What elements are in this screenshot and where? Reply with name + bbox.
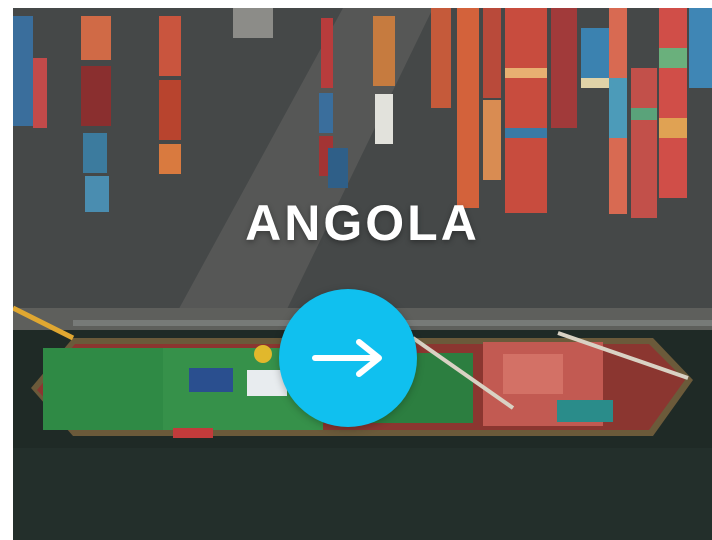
view-country-button[interactable] <box>279 289 417 427</box>
arrow-right-icon <box>312 339 382 377</box>
port-aerial-image <box>13 8 712 540</box>
country-card[interactable]: ANGOLA <box>13 8 712 540</box>
country-title: ANGOLA <box>245 195 480 251</box>
